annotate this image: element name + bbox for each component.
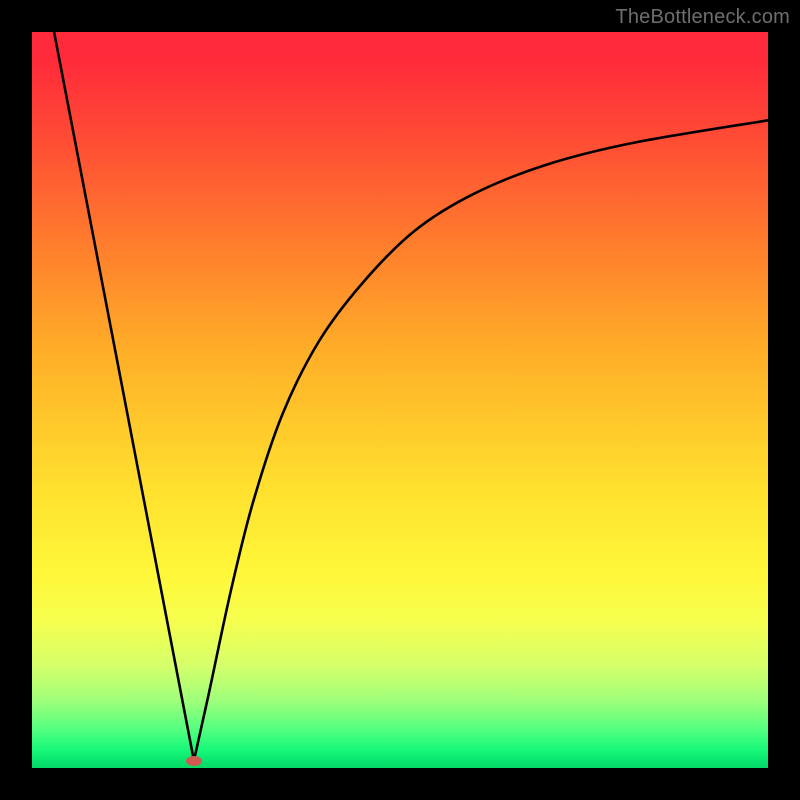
chart-frame: TheBottleneck.com (0, 0, 800, 800)
curve-right-rise (194, 120, 768, 760)
watermark-text: TheBottleneck.com (615, 6, 790, 29)
plot-area (32, 32, 768, 768)
minimum-marker-icon (186, 756, 202, 766)
curve-left-descent (54, 32, 194, 761)
curve-svg (32, 32, 768, 768)
